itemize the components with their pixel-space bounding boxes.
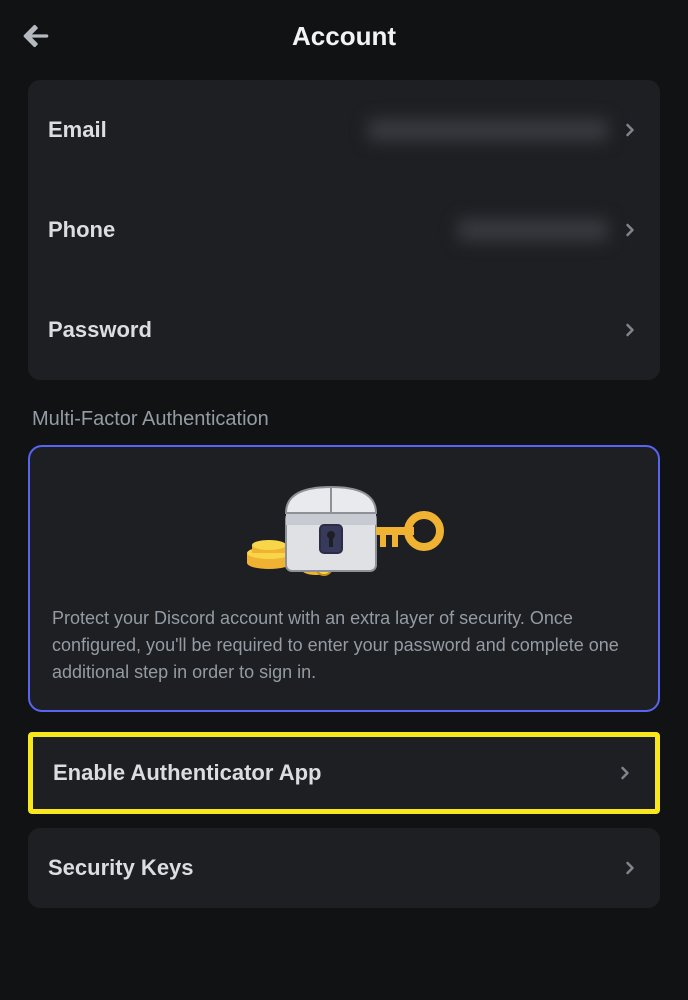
- chevron-right-icon: [615, 763, 635, 783]
- enable-authenticator-row[interactable]: Enable Authenticator App: [33, 737, 655, 809]
- mfa-info-banner: Protect your Discord account with an ext…: [28, 445, 660, 712]
- header: Account: [0, 0, 688, 72]
- password-label: Password: [48, 317, 152, 343]
- back-arrow-icon[interactable]: [20, 20, 52, 52]
- phone-value-blurred: [458, 219, 608, 241]
- page-title: Account: [52, 21, 636, 52]
- mfa-description-text: Protect your Discord account with an ext…: [52, 605, 636, 686]
- treasure-chest-key-icon: [224, 475, 464, 585]
- mfa-section-header: Multi-Factor Authentication: [0, 400, 688, 445]
- mfa-illustration: [52, 475, 636, 585]
- chevron-right-icon: [620, 120, 640, 140]
- chevron-right-icon: [620, 858, 640, 878]
- email-row[interactable]: Email: [28, 80, 660, 180]
- email-value-blurred: [368, 119, 608, 141]
- security-keys-label: Security Keys: [48, 855, 194, 881]
- password-row[interactable]: Password: [28, 280, 660, 380]
- highlighted-enable-authenticator: Enable Authenticator App: [28, 732, 660, 814]
- phone-row[interactable]: Phone: [28, 180, 660, 280]
- chevron-right-icon: [620, 220, 640, 240]
- enable-authenticator-label: Enable Authenticator App: [53, 760, 322, 786]
- security-keys-group: Security Keys: [28, 828, 660, 908]
- chevron-right-icon: [620, 320, 640, 340]
- phone-label: Phone: [48, 217, 115, 243]
- account-info-group: Email Phone Password: [28, 80, 660, 380]
- security-keys-row[interactable]: Security Keys: [28, 828, 660, 908]
- email-label: Email: [48, 117, 107, 143]
